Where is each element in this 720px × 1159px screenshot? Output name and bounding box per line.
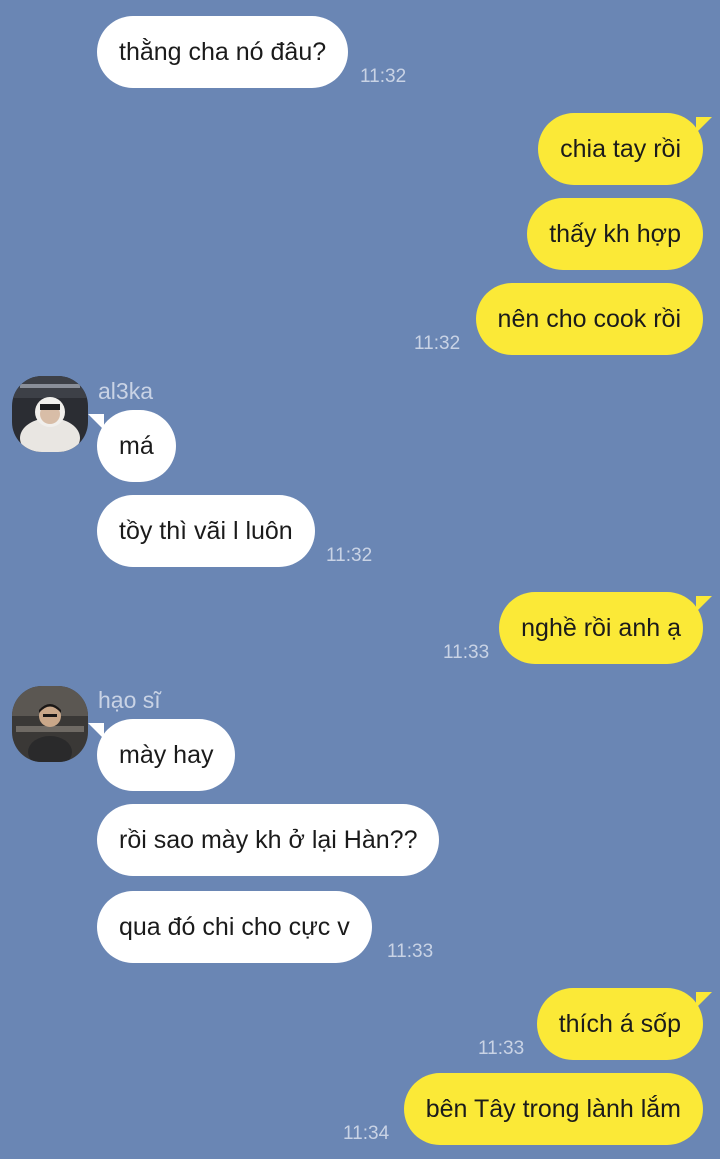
outgoing-message-bubble[interactable]: nghề rồi anh ạ bbox=[499, 592, 712, 664]
message-timestamp: 11:32 bbox=[414, 333, 461, 354]
outgoing-message-bubble[interactable]: thích á sốp bbox=[536, 988, 713, 1060]
message-timestamp: 11:32 bbox=[360, 66, 407, 87]
incoming-message-bubble[interactable]: má bbox=[88, 410, 176, 482]
incoming-message-bubble[interactable]: thằng cha nó đâu? bbox=[97, 16, 349, 88]
outgoing-message-bubble[interactable]: bên Tây trong lành lắm bbox=[403, 1073, 703, 1145]
message-timestamp: 11:34 bbox=[343, 1123, 390, 1144]
message-timestamp: 11:32 bbox=[326, 545, 373, 566]
incoming-message-bubble[interactable]: tồy thì vãi l luôn bbox=[97, 495, 315, 567]
sender-name: al3ka bbox=[98, 378, 153, 404]
outgoing-message-bubble[interactable]: chia tay rồi bbox=[538, 113, 712, 185]
message-timestamp: 11:33 bbox=[443, 642, 490, 663]
user-avatar-al3ka[interactable] bbox=[12, 376, 88, 452]
message-timestamp: 11:33 bbox=[387, 941, 434, 962]
user-avatar-hao-si[interactable] bbox=[12, 686, 88, 762]
outgoing-message-bubble[interactable]: thấy kh hợp bbox=[527, 198, 703, 270]
incoming-message-bubble[interactable]: rồi sao mày kh ở lại Hàn?? bbox=[97, 804, 440, 876]
incoming-message-bubble[interactable]: mày hay bbox=[87, 719, 236, 791]
sender-name: hạo sĩ bbox=[98, 687, 161, 713]
incoming-message-bubble[interactable]: qua đó chi cho cực v bbox=[97, 891, 372, 963]
outgoing-message-bubble[interactable]: nên cho cook rồi bbox=[475, 283, 703, 355]
message-timestamp: 11:33 bbox=[478, 1038, 525, 1059]
